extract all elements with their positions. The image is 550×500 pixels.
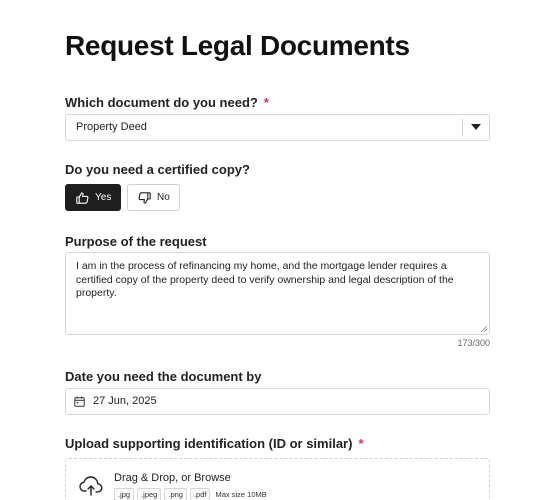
document-select[interactable]: Property Deed (65, 114, 490, 141)
file-type-list: .jpg .jpeg .png .pdf Max size 10MB (114, 488, 267, 500)
purpose-textarea[interactable]: I am in the process of refinancing my ho… (65, 252, 490, 335)
upload-label: Upload supporting identification (ID or … (65, 436, 364, 451)
file-type-tag: .jpeg (137, 488, 162, 500)
document-select-value: Property Deed (76, 121, 147, 133)
file-type-tag: .pdf (189, 488, 211, 500)
file-type-tag: .jpg (114, 488, 135, 500)
thumbs-up-icon (76, 191, 89, 204)
document-label: Which document do you need? * (65, 95, 269, 110)
certified-label: Do you need a certified copy? (65, 162, 250, 177)
calendar-icon (74, 396, 85, 407)
purpose-label: Purpose of the request (65, 234, 207, 249)
upload-title: Drag & Drop, or Browse (114, 472, 231, 484)
date-label: Date you need the document by (65, 369, 262, 384)
no-button-label: No (157, 192, 170, 203)
upload-label-text: Upload supporting identification (ID or … (65, 436, 353, 451)
request-form: Request Legal Documents Which document d… (0, 0, 550, 500)
required-marker: * (358, 436, 364, 451)
resize-grip-icon[interactable] (481, 326, 487, 332)
no-button[interactable]: No (127, 184, 180, 211)
yes-button-label: Yes (95, 192, 112, 203)
max-size-note: Max size 10MB (215, 490, 267, 499)
purpose-text: I am in the process of refinancing my ho… (76, 260, 454, 299)
char-counter: 173/300 (457, 338, 490, 348)
date-picker-field[interactable]: 27 Jun, 2025 (65, 388, 490, 415)
cloud-upload-icon (79, 476, 103, 496)
select-divider (462, 119, 463, 136)
date-value: 27 Jun, 2025 (93, 395, 157, 407)
yes-button[interactable]: Yes (65, 184, 121, 211)
required-marker: * (263, 95, 269, 110)
file-type-tag: .png (164, 488, 187, 500)
page-title: Request Legal Documents (65, 30, 410, 61)
upload-dropzone[interactable]: Drag & Drop, or Browse .jpg .jpeg .png .… (65, 458, 490, 500)
thumbs-down-icon (138, 191, 151, 204)
document-label-text: Which document do you need? (65, 95, 258, 110)
caret-down-icon[interactable] (471, 124, 481, 130)
